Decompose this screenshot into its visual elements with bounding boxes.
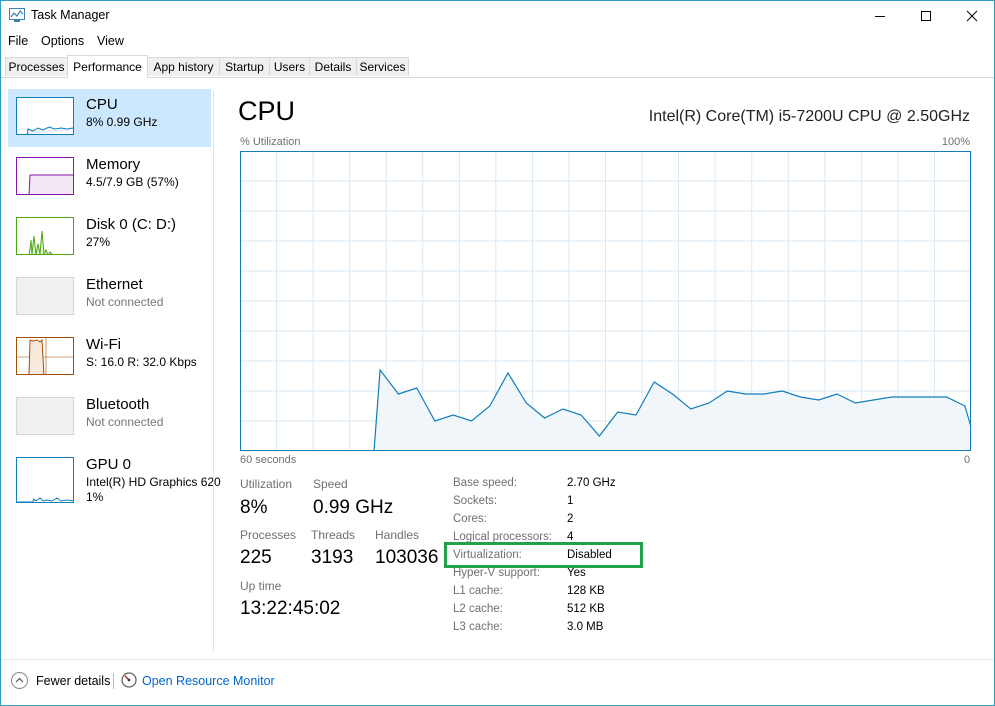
minimize-button[interactable]	[857, 1, 903, 31]
sidebar-bluetooth-title: Bluetooth	[86, 396, 150, 413]
cores-value: 2	[567, 513, 574, 525]
cores-label: Cores:	[453, 513, 487, 525]
chevron-up-icon	[15, 677, 24, 683]
utilization-label: Utilization	[240, 477, 293, 491]
processes-value: 225	[240, 547, 272, 568]
minimize-icon	[875, 16, 885, 17]
ethernet-thumbnail	[16, 277, 74, 315]
close-icon	[966, 10, 978, 22]
sidebar-bluetooth-sub: Not connected	[86, 415, 164, 429]
time-axis-label: 60 seconds	[240, 454, 297, 466]
sidebar-memory-sub: 4.5/7.9 GB (57%)	[86, 175, 179, 189]
sidebar-item-disk[interactable]: Disk 0 (C: D:) 27%	[8, 209, 211, 267]
l3-cache-value: 3.0 MB	[567, 621, 604, 633]
wifi-thumbnail	[16, 337, 74, 375]
hyper-v-support-value: Yes	[567, 567, 586, 579]
sidebar-ethernet-sub: Not connected	[86, 295, 164, 309]
tab-startup[interactable]: Startup	[219, 57, 270, 76]
uptime-label: Up time	[240, 579, 282, 593]
footer-separator	[113, 673, 114, 689]
open-resource-monitor-link[interactable]: Open Resource Monitor	[142, 674, 275, 688]
l1-cache-label: L1 cache:	[453, 585, 503, 597]
cpu-model-name: Intel(R) Core(TM) i5-7200U CPU @ 2.50GHz	[648, 108, 970, 125]
tab-app-history[interactable]: App history	[147, 57, 220, 76]
sidebar-gpu-sub2: 1%	[86, 490, 104, 504]
sockets-value: 1	[567, 495, 574, 507]
menu-options[interactable]: Options	[41, 34, 84, 48]
memory-thumbnail	[16, 157, 74, 195]
memory-mini-graph	[28, 174, 73, 194]
resource-monitor-icon	[121, 672, 137, 688]
fewer-details-link[interactable]: Fewer details	[36, 674, 110, 688]
hyper-v-support-label: Hyper-V support:	[453, 567, 540, 579]
tab-services[interactable]: Services	[356, 57, 409, 76]
menu-view[interactable]: View	[97, 34, 124, 48]
handles-value: 103036	[375, 547, 439, 568]
tab-strip: Processes Performance App history Startu…	[1, 55, 994, 78]
disk-thumbnail	[16, 217, 74, 255]
maximize-button[interactable]	[903, 1, 949, 31]
gpu-thumbnail	[16, 457, 74, 503]
min-axis-label: 0	[964, 454, 971, 466]
bluetooth-thumbnail	[16, 397, 74, 435]
sidebar-item-cpu[interactable]: CPU 8% 0.99 GHz	[8, 89, 211, 147]
title-bar[interactable]: Task Manager	[1, 1, 994, 31]
footer-divider	[1, 659, 994, 660]
speed-label: Speed	[313, 477, 348, 491]
l2-cache-label: L2 cache:	[453, 603, 503, 615]
base-speed-label: Base speed:	[453, 477, 517, 489]
handles-label: Handles	[375, 528, 420, 542]
sidebar-cpu-title: CPU	[86, 96, 118, 113]
sidebar-wifi-sub: S: 16.0 R: 32.0 Kbps	[86, 355, 197, 369]
sidebar-item-bluetooth[interactable]: Bluetooth Not connected	[8, 389, 211, 447]
sidebar-memory-title: Memory	[86, 156, 141, 173]
sidebar-item-gpu[interactable]: GPU 0 Intel(R) HD Graphics 620 1%	[8, 449, 221, 507]
tab-details[interactable]: Details	[309, 57, 357, 76]
tab-users[interactable]: Users	[269, 57, 310, 76]
task-manager-icon	[9, 8, 25, 22]
threads-label: Threads	[311, 528, 356, 542]
utilization-value: 8%	[240, 497, 268, 518]
window-title: Task Manager	[31, 8, 110, 22]
menu-file[interactable]: File	[8, 34, 28, 48]
wifi-mini-graph	[17, 338, 73, 374]
gpu-mini-graph	[17, 497, 73, 502]
cpu-thumbnail	[16, 97, 74, 135]
sidebar-disk-title: Disk 0 (C: D:)	[86, 216, 176, 233]
processes-label: Processes	[240, 528, 297, 542]
l3-cache-label: L3 cache:	[453, 621, 503, 633]
fewer-details-button[interactable]	[11, 672, 28, 689]
cpu-mini-graph	[26, 126, 73, 134]
task-manager-window: Task Manager File Options View Processes…	[0, 0, 995, 706]
sidebar-cpu-sub: 8% 0.99 GHz	[86, 115, 158, 129]
base-speed-value: 2.70 GHz	[567, 477, 616, 489]
close-button[interactable]	[949, 1, 994, 31]
disk-mini-graph	[28, 230, 53, 254]
maximize-icon	[921, 11, 931, 21]
sockets-label: Sockets:	[453, 495, 498, 507]
tab-performance[interactable]: Performance	[67, 55, 148, 78]
virtualization-highlight-box	[444, 542, 643, 568]
sidebar-gpu-title: GPU 0	[86, 456, 132, 473]
sidebar-divider	[213, 91, 214, 651]
sidebar-wifi-title: Wi-Fi	[86, 336, 121, 353]
sidebar-item-memory[interactable]: Memory 4.5/7.9 GB (57%)	[8, 149, 211, 207]
sidebar-item-ethernet[interactable]: Ethernet Not connected	[8, 269, 211, 327]
threads-value: 3193	[311, 547, 354, 568]
l2-cache-value: 512 KB	[567, 603, 605, 615]
l1-cache-value: 128 KB	[567, 585, 605, 597]
utilization-axis-label: % Utilization	[240, 136, 301, 148]
sidebar-gpu-sub: Intel(R) HD Graphics 620	[86, 475, 221, 489]
sidebar-item-wifi[interactable]: Wi-Fi S: 16.0 R: 32.0 Kbps	[8, 329, 211, 387]
sidebar-disk-sub: 27%	[86, 235, 111, 249]
speed-value: 0.99 GHz	[313, 497, 394, 518]
sidebar-ethernet-title: Ethernet	[86, 276, 143, 293]
uptime-value: 13:22:45:02	[240, 598, 341, 619]
tab-processes[interactable]: Processes	[5, 57, 68, 76]
cpu-utilization-chart	[240, 151, 971, 451]
max-axis-label: 100%	[941, 136, 970, 148]
page-title: CPU	[238, 96, 296, 126]
